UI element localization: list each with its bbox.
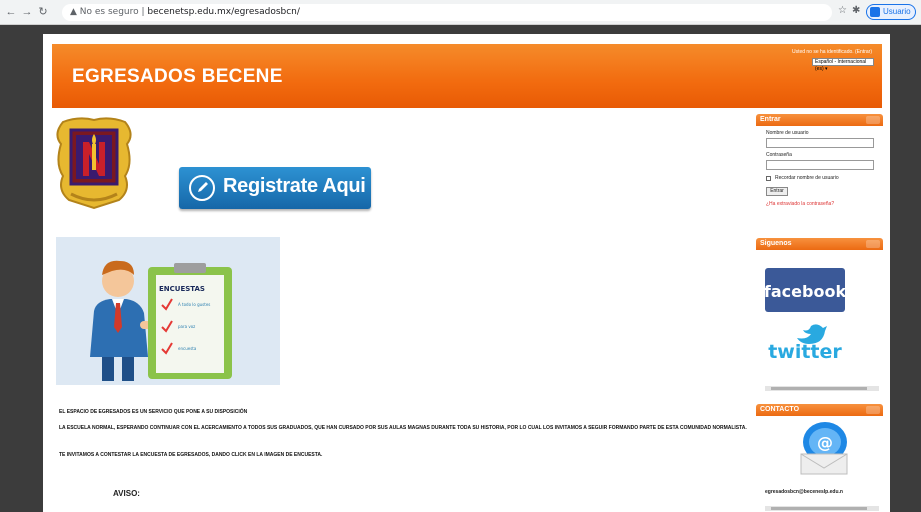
invitation-paragraph: Te invitamos a contestar la encuesta de … xyxy=(59,452,323,458)
contact-email-link[interactable]: egresadosbcn@becenesIp.edu.n xyxy=(765,489,843,495)
survey-item: A todo lo gustes xyxy=(178,302,210,307)
login-block: Entrar Nombre de usuario Contraseña Reco… xyxy=(756,114,883,207)
description-paragraph: La Escuela Normal, esperando continuar c… xyxy=(59,425,747,431)
username-input[interactable] xyxy=(766,138,874,148)
follow-block-title: Siguenos xyxy=(756,238,883,250)
site-title: EGRESADOS BECENE xyxy=(72,66,283,87)
survey-item: para voz xyxy=(178,324,195,329)
facebook-wordmark: facebook xyxy=(765,282,845,301)
collapse-icon[interactable] xyxy=(866,240,880,248)
remember-label: Recordar nombre de usuario xyxy=(775,175,839,181)
survey-image[interactable]: ENCUESTAS A todo lo gustes para voz encu… xyxy=(56,237,280,385)
svg-text:@: @ xyxy=(817,433,833,452)
notice-heading: AVISO: xyxy=(113,489,140,498)
collapse-icon[interactable] xyxy=(866,406,880,414)
login-title: Entrar xyxy=(760,116,781,123)
back-icon[interactable]: ← xyxy=(4,5,18,19)
follow-scrollbar[interactable] xyxy=(765,386,879,391)
school-shield-logo xyxy=(56,117,132,210)
page-content: EGRESADOS BECENE Usted no se ha identifi… xyxy=(43,34,890,512)
register-button[interactable]: Registrate Aqui xyxy=(179,167,371,209)
contact-scrollbar[interactable] xyxy=(765,506,879,511)
contact-block: CONTACTO xyxy=(756,404,883,416)
intro-paragraph: El espacio de egresados es un servicio q… xyxy=(59,409,248,415)
site-header: EGRESADOS BECENE Usted no se ha identifi… xyxy=(52,44,882,108)
browser-toolbar: ← → ↻ ▲ No es seguro | becenetsp.edu.mx/… xyxy=(0,0,921,25)
password-input[interactable] xyxy=(766,160,874,170)
address-bar[interactable]: ▲ No es seguro | becenetsp.edu.mx/egresa… xyxy=(62,4,832,21)
profile-label: Usuario xyxy=(883,7,911,16)
reload-icon[interactable]: ↻ xyxy=(36,5,50,19)
email-icon: @ xyxy=(800,422,848,475)
login-status[interactable]: Usted no se ha identificado. (Entrar) xyxy=(792,49,872,55)
forgot-password-link[interactable]: ¿Ha extraviado la contraseña? xyxy=(766,201,883,207)
survey-item: encuesta xyxy=(178,346,197,351)
username-label: Nombre de usuario xyxy=(766,130,809,136)
security-warning-icon: ▲ xyxy=(70,7,80,17)
language-select[interactable]: Español - Internacional (es) ▾ xyxy=(812,58,874,72)
survey-title: ENCUESTAS xyxy=(159,285,205,293)
facebook-logo[interactable]: facebook xyxy=(765,268,845,312)
login-submit-button[interactable]: Entrar xyxy=(766,187,788,196)
contact-title: CONTACTO xyxy=(760,406,800,413)
language-selected: Español - Internacional (es) xyxy=(815,59,867,72)
bookmark-star-icon[interactable]: ☆ xyxy=(838,5,847,16)
twitter-logo[interactable]: twitter xyxy=(765,320,847,364)
pencil-icon xyxy=(189,175,215,201)
register-label: Registrate Aqui xyxy=(223,175,366,197)
follow-title: Siguenos xyxy=(760,240,792,247)
contact-block-title: CONTACTO xyxy=(756,404,883,416)
forward-icon[interactable]: → xyxy=(20,5,34,19)
collapse-icon[interactable] xyxy=(866,116,880,124)
twitter-wordmark: twitter xyxy=(768,341,842,363)
login-block-title: Entrar xyxy=(756,114,883,126)
url-text: becenetsp.edu.mx/egresadosbcn/ xyxy=(147,7,300,17)
remember-row[interactable]: Recordar nombre de usuario xyxy=(766,175,883,181)
profile-button[interactable]: Usuario xyxy=(866,4,916,20)
profile-avatar-icon xyxy=(870,7,880,17)
remember-checkbox[interactable] xyxy=(766,175,771,181)
extensions-icon[interactable]: ✱ xyxy=(852,5,860,16)
follow-block: Siguenos xyxy=(756,238,883,250)
security-warning: No es seguro xyxy=(79,7,139,17)
password-label: Contraseña xyxy=(766,152,792,158)
